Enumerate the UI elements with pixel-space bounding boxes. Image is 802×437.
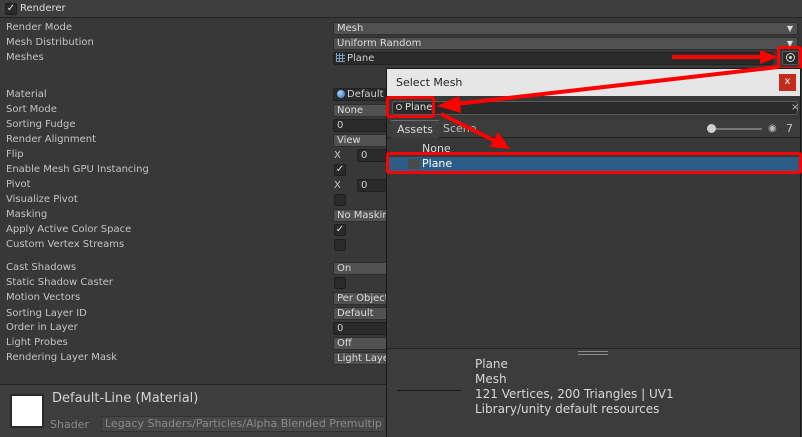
arrow-to-search	[455, 65, 779, 106]
annotation-arrows	[437, 50, 779, 149]
arrow-to-plane	[440, 112, 498, 144]
arrow-to-picker-head	[760, 50, 778, 64]
arrow-to-search-head	[437, 96, 461, 113]
